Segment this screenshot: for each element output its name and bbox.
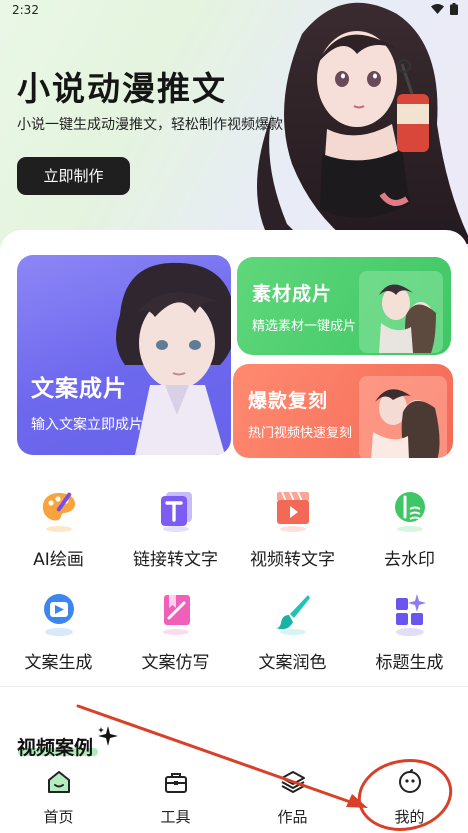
- tool-label: 文案润色: [258, 653, 327, 673]
- video-play-icon: [277, 491, 309, 532]
- grid-sparkle-icon: [396, 594, 426, 636]
- palette-icon: [42, 492, 75, 532]
- nav-label: 作品: [277, 808, 308, 826]
- smiley-profile-icon: [399, 769, 421, 793]
- tool-label: 文案仿写: [141, 653, 210, 673]
- tool-label: 文案生成: [24, 653, 93, 673]
- tool-remove-watermark[interactable]: 去水印: [351, 489, 468, 589]
- bookmark-write-icon: [163, 595, 190, 635]
- watermark-remove-icon: [395, 492, 425, 532]
- card-title-material: 素材成片: [252, 283, 333, 305]
- nav-works[interactable]: 作品: [234, 763, 351, 833]
- nav-home[interactable]: 首页: [0, 763, 117, 833]
- nav-label: 工具: [160, 808, 191, 826]
- card-title-trending: 爆款复刻: [248, 390, 329, 412]
- tool-title-generate[interactable]: 标题生成: [351, 592, 468, 692]
- tool-label: 去水印: [384, 550, 435, 570]
- tool-label: 标题生成: [375, 653, 444, 673]
- brush-icon: [276, 595, 310, 635]
- tool-video-to-text[interactable]: 视频转文字: [234, 489, 351, 589]
- tool-label: 视频转文字: [250, 550, 335, 570]
- section-title-video-cases: 视频案例: [17, 737, 94, 759]
- text-t-icon: [161, 492, 192, 532]
- bottom-navigation: 首页 工具 作品 我的: [0, 763, 468, 833]
- trending-replicate-card[interactable]: 爆款复刻 热门视频快速复刻: [233, 364, 453, 458]
- tool-link-to-text[interactable]: 链接转文字: [117, 489, 234, 589]
- layers-icon: [281, 771, 305, 793]
- status-time: 2:32: [12, 3, 39, 17]
- tool-copy-polish[interactable]: 文案润色: [234, 592, 351, 692]
- make-now-button[interactable]: 立即制作: [17, 157, 130, 195]
- card-title-copy-to-video: 文案成片: [31, 376, 127, 402]
- home-icon: [48, 771, 70, 793]
- couple-illustration: [359, 271, 443, 353]
- card-subtitle-copy-to-video: 输入文案立即成片: [31, 417, 143, 433]
- tool-label: AI绘画: [33, 550, 84, 570]
- nav-label: 我的: [394, 808, 425, 826]
- couple-kiss-illustration: [359, 376, 447, 458]
- tool-label: 链接转文字: [133, 550, 218, 570]
- sparkle-icon: [98, 726, 118, 746]
- tool-ai-painting[interactable]: AI绘画: [0, 489, 117, 589]
- card-subtitle-trending: 热门视频快速复刻: [248, 426, 353, 441]
- hero-subtitle: 小说一键生成动漫推文，轻松制作视频爆款: [17, 117, 283, 133]
- nav-label: 首页: [43, 808, 74, 826]
- material-to-video-card[interactable]: 素材成片 精选素材一键成片: [237, 257, 451, 355]
- tool-copy-imitate[interactable]: 文案仿写: [117, 592, 234, 692]
- card-subtitle-material: 精选素材一键成片: [252, 319, 357, 334]
- nav-mine[interactable]: 我的: [351, 763, 468, 833]
- hero-title: 小说动漫推文: [17, 69, 227, 108]
- doc-generate-icon: [44, 594, 74, 636]
- nav-tools[interactable]: 工具: [117, 763, 234, 833]
- section-divider: [0, 686, 468, 687]
- toolbox-icon: [165, 773, 187, 793]
- tool-copy-generate[interactable]: 文案生成: [0, 592, 117, 692]
